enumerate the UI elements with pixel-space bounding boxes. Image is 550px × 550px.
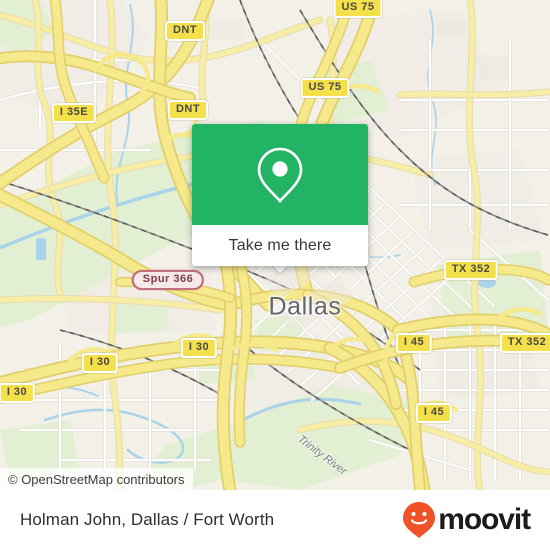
take-me-there-button[interactable]: Take me there <box>192 225 368 266</box>
road-shield-label: DNT <box>167 100 209 120</box>
moovit-smiling-pin-icon <box>403 502 436 538</box>
road-shield-label: TX 352 <box>499 333 550 353</box>
road-shield-label: I 30 <box>180 338 218 358</box>
road-shield-label: Spur 366 <box>131 270 205 290</box>
popup-card-header <box>192 124 368 225</box>
road-shield-label: I 30 <box>81 353 119 373</box>
osm-attribution[interactable]: © OpenStreetMap contributors <box>0 468 193 490</box>
road-shield-label: I 45 <box>415 403 453 423</box>
moovit-wordmark: moovit <box>438 503 531 536</box>
road-shield-label: I 35E <box>51 103 97 123</box>
footer-map-watermark <box>0 490 550 495</box>
footer-bar: Holman John, Dallas / Fort Worth moovit <box>0 490 550 550</box>
road-shield-label: I 30 <box>0 383 36 403</box>
city-label: Dallas <box>268 292 342 321</box>
location-title: Holman John, Dallas / Fort Worth <box>20 510 275 529</box>
road-shield-label: US 75 <box>333 0 383 18</box>
road-shield-label: TX 352 <box>443 260 499 280</box>
road-shield-label: DNT <box>164 21 206 41</box>
location-pin-icon <box>257 147 303 203</box>
road-shield-label: I 45 <box>395 333 433 353</box>
popup-card[interactable]: Take me there <box>192 124 368 266</box>
road-shield-label: US 75 <box>300 78 350 98</box>
moovit-map-screenshot: .rd { stroke:#f6e98c; stroke-linecap:rou… <box>0 0 550 550</box>
moovit-logo[interactable]: moovit <box>402 501 531 539</box>
